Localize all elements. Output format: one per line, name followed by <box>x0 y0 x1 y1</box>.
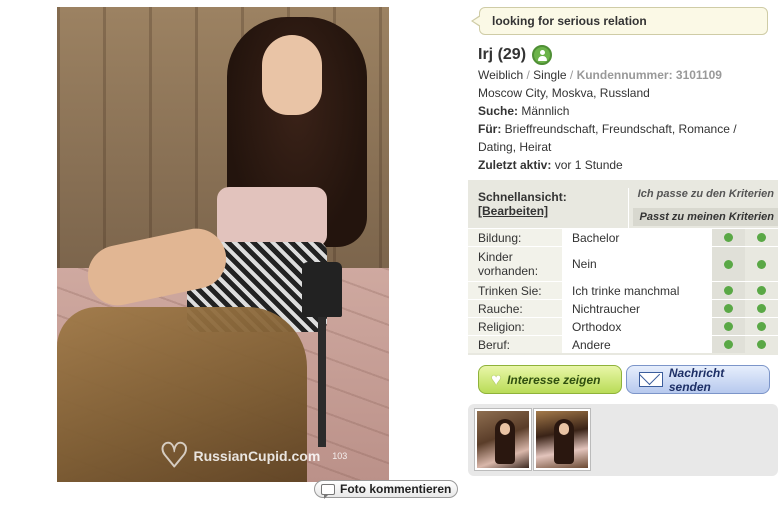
separator: / <box>526 68 530 82</box>
match-dot-icon <box>724 286 733 295</box>
online-user-icon <box>532 45 553 65</box>
match-dot-icon <box>757 259 766 269</box>
match-indicator <box>745 229 778 246</box>
separator: / <box>569 68 574 82</box>
row-label: Kinder vorhanden: <box>468 247 562 281</box>
watermark-number: 103 <box>332 451 348 461</box>
customer-number: 3101109 <box>675 68 722 82</box>
match-indicator <box>712 318 745 335</box>
match-dot-icon <box>757 233 766 242</box>
comment-photo-button[interactable]: Foto kommentieren <box>314 480 458 499</box>
match-dot-icon <box>757 286 766 295</box>
match-indicator <box>712 282 745 299</box>
row-value: Nein <box>562 247 712 281</box>
row-label: Bildung: <box>468 229 562 246</box>
status-message-text: looking for serious relation <box>492 14 647 28</box>
row-value: Ich trinke manchmal <box>562 282 712 299</box>
show-interest-label: Interesse zeigen <box>507 372 601 387</box>
status-message-bubble: looking for serious relation <box>471 7 768 35</box>
show-interest-button[interactable]: ♥ Interesse zeigen <box>478 365 622 394</box>
search-value: Männlich <box>521 104 570 118</box>
profile-location: Moscow City, Moskva, Russland <box>478 86 650 100</box>
criteria-i-match-label: Ich passe zu den Kriterien <box>637 188 774 200</box>
profile-for-line: Für: Brieffreundschaft, Freundschaft, Ro… <box>478 120 737 138</box>
quick-view-row: Rauche: Nichtraucher <box>468 299 778 317</box>
match-dot-icon <box>724 340 733 349</box>
watermark-heart-icon: ♡ <box>159 437 190 475</box>
profile-name-age: Irj (29) <box>478 46 527 63</box>
match-indicator <box>712 300 745 317</box>
photo-subject-face <box>262 35 322 115</box>
quick-view-row: Bildung: Bachelor <box>468 228 778 246</box>
send-message-button[interactable]: Nachricht senden <box>626 365 770 394</box>
photo-watermark: ♡ RussianCupid.com 103 <box>159 439 347 473</box>
match-dot-icon <box>724 304 733 313</box>
quick-view-panel: Schnellansicht: [Bearbeiten] Ich passe z… <box>468 180 778 355</box>
for-value: Brieffreundschaft, Freundschaft, Romance… <box>504 122 737 136</box>
watermark-brand: RussianCupid.com <box>193 448 321 464</box>
match-dot-icon <box>724 233 733 242</box>
mail-icon <box>639 372 663 387</box>
match-indicator <box>712 247 745 281</box>
profile-for-line-2: Dating, Heirat <box>478 140 552 154</box>
row-label: Trinken Sie: <box>468 282 562 299</box>
last-active-label: Zuletzt aktiv: <box>478 158 552 172</box>
criteria-divider <box>628 188 629 228</box>
row-label: Beruf: <box>468 336 562 353</box>
quick-view-edit-link[interactable]: [Bearbeiten] <box>478 204 618 218</box>
photo-thumbnail[interactable] <box>533 408 591 471</box>
match-dot-icon <box>724 259 733 269</box>
send-message-label: Nachricht senden <box>668 365 725 394</box>
quick-view-row: Beruf: Andere <box>468 335 778 353</box>
profile-name-row: Irj (29) <box>478 45 553 65</box>
heart-icon: ♥ <box>491 370 502 389</box>
customer-number-label: Kundennummer: <box>576 68 673 82</box>
photo-subject-top <box>217 187 327 247</box>
profile-last-active-line: Zuletzt aktiv: vor 1 Stunde <box>478 156 623 174</box>
match-indicator <box>745 282 778 299</box>
profile-gender: Weiblich <box>478 68 524 82</box>
photo-thumbnails <box>468 404 778 476</box>
quick-view-rows: Bildung: Bachelor Kinder vorhanden: Nein… <box>468 228 778 353</box>
match-indicator <box>745 300 778 317</box>
profile-relationship: Single <box>533 68 567 82</box>
quick-view-title: Schnellansicht: <box>478 190 567 204</box>
row-value: Orthodox <box>562 318 712 335</box>
match-dot-icon <box>757 322 766 331</box>
row-label: Religion: <box>468 318 562 335</box>
quick-view-header: Schnellansicht: [Bearbeiten] <box>468 180 628 228</box>
photo-thumbnail[interactable] <box>474 408 532 471</box>
profile-basic-line: Weiblich / Single / Kundennummer: 310110… <box>478 66 722 84</box>
quick-view-row: Kinder vorhanden: Nein <box>468 246 778 281</box>
match-dot-icon <box>724 322 733 331</box>
row-value: Bachelor <box>562 229 712 246</box>
match-dot-icon <box>757 340 766 349</box>
match-indicator <box>712 229 745 246</box>
match-indicator <box>745 336 778 353</box>
photo-lamp <box>302 262 342 452</box>
quick-view-row: Religion: Orthodox <box>468 317 778 335</box>
quick-view-row: Trinken Sie: Ich trinke manchmal <box>468 281 778 299</box>
comment-icon <box>321 483 335 499</box>
criteria-matches-mine-label: Passt zu meinen Kriterien <box>633 208 778 226</box>
search-label: Suche: <box>478 104 519 118</box>
last-active-value: vor 1 Stunde <box>554 158 623 172</box>
profile-photo[interactable]: ♡ RussianCupid.com 103 <box>57 7 389 482</box>
match-indicator <box>712 336 745 353</box>
match-indicator <box>745 247 778 281</box>
match-dot-icon <box>757 304 766 313</box>
match-indicator <box>745 318 778 335</box>
profile-search-line: Suche: Männlich <box>478 102 569 120</box>
for-label: Für: <box>478 122 502 136</box>
row-value: Nichtraucher <box>562 300 712 317</box>
row-label: Rauche: <box>468 300 562 317</box>
row-value: Andere <box>562 336 712 353</box>
comment-photo-label: Foto kommentieren <box>340 482 452 496</box>
